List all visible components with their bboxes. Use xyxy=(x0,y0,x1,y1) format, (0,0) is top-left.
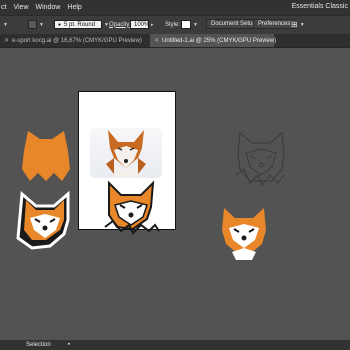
width-profile-swatch xyxy=(28,20,37,29)
fox-outline[interactable] xyxy=(232,129,290,187)
chevron-down-icon: ▼ xyxy=(39,21,44,28)
opacity-control: Opacity: xyxy=(109,20,131,29)
opacity-label[interactable]: Opacity: xyxy=(109,22,131,28)
fox-photo-fox xyxy=(106,130,146,178)
tab-untitled-1[interactable]: ✕ Untitled-1.ai @ 25% (CMYK/GPU Preview) xyxy=(150,34,277,47)
chevron-right-icon[interactable]: ▸ xyxy=(68,341,71,347)
chevron-down-icon: ▼ xyxy=(3,21,8,28)
document-setup-label: Document Setup xyxy=(211,20,256,27)
opacity-input[interactable]: 100% ▸ xyxy=(130,20,154,29)
chevron-down-icon: ▼ xyxy=(299,21,305,28)
preferences-label: Preferences xyxy=(258,20,291,27)
brush-definition-dropdown[interactable]: ● 5 pt. Round ▼ xyxy=(54,20,109,29)
close-icon[interactable]: ✕ xyxy=(154,37,159,44)
style-swatch xyxy=(181,20,191,29)
arrange-icon: ⊞ xyxy=(291,20,298,29)
style-label: Style: xyxy=(165,21,181,28)
brush-profile-value: 5 pt. Round xyxy=(64,21,96,28)
current-tool-status[interactable]: Selection xyxy=(26,342,51,348)
style-control: Style: xyxy=(165,20,180,29)
stroke-weight-control[interactable]: ▼ xyxy=(1,20,8,29)
brush-icon: ● xyxy=(58,21,62,28)
tab-label: Untitled-1.ai @ 25% (CMYK/GPU Preview) xyxy=(162,37,277,44)
workspace-switcher[interactable]: Essentials Classic xyxy=(292,3,348,10)
menu-object[interactable]: ct xyxy=(1,4,6,11)
fox-sticker[interactable] xyxy=(14,190,76,252)
document-tabs: ✕ e-sport kocg.ai @ 16,67% (CMYK/GPU Pre… xyxy=(0,34,350,48)
arrange-documents-button[interactable]: ⊞ ▼ xyxy=(291,20,305,29)
chevron-right-icon: ▸ xyxy=(151,21,154,28)
fox-vector-orange[interactable] xyxy=(218,206,270,260)
variable-width-control[interactable]: ▼ xyxy=(28,20,44,29)
close-icon[interactable]: ✕ xyxy=(4,37,9,44)
tab-label: e-sport kocg.ai @ 16,67% (CMYK/GPU Previ… xyxy=(12,37,142,44)
fox-vector-artboard[interactable] xyxy=(103,180,160,235)
chevron-down-icon: ▼ xyxy=(193,21,198,28)
style-dropdown[interactable]: ▼ xyxy=(181,20,198,29)
preferences-button[interactable]: Preferences xyxy=(253,18,296,29)
tab-esport-kocg[interactable]: ✕ e-sport kocg.ai @ 16,67% (CMYK/GPU Pre… xyxy=(0,34,148,47)
status-bar: Selection ▸ xyxy=(0,340,350,350)
control-bar: ▼ ▼ ● 5 pt. Round ▼ Opacity: 100% ▸ Styl… xyxy=(0,15,350,35)
opacity-value: 100% xyxy=(134,21,150,28)
menu-window[interactable]: Window xyxy=(36,4,61,11)
menu-bar: ct View Window Help Essentials Classic xyxy=(0,0,350,15)
fox-silhouette-orange[interactable] xyxy=(18,129,74,183)
menu-view[interactable]: View xyxy=(13,4,28,11)
menu-help[interactable]: Help xyxy=(67,4,81,11)
